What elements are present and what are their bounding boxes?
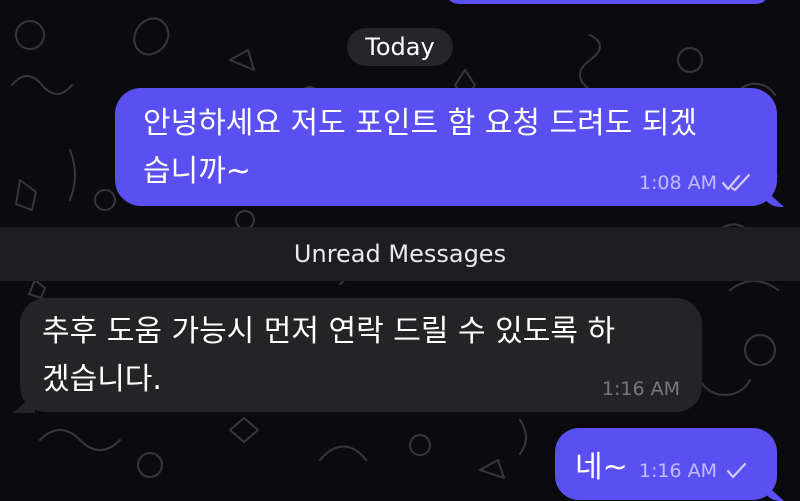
message-time: 1:16 AM [601, 378, 680, 400]
message-meta: 1:08 AM [639, 172, 755, 194]
previous-message-edge [445, 0, 770, 4]
message-bubble-outgoing[interactable]: 네~ 1:16 AM [555, 428, 784, 501]
single-check-icon [726, 462, 747, 479]
message-text: 추후 도움 가능시 먼저 연락 드릴 수 있도록 하 겠습니다. [42, 314, 616, 397]
unread-messages-separator: Unread Messages [0, 227, 800, 281]
message-bubble-outgoing[interactable]: 안녕하세요 저도 포인트 함 요청 드려도 되겠 습니까~ 1:08 AM [115, 88, 784, 207]
message-text: 네~ [575, 450, 628, 485]
message-bubble-incoming[interactable]: 추후 도움 가능시 먼저 연락 드릴 수 있도록 하 겠습니다. 1:16 AM [13, 298, 702, 413]
message-time: 1:08 AM [638, 172, 717, 194]
double-check-icon [721, 173, 751, 192]
message-meta: 1:16 AM [639, 460, 755, 482]
date-separator: Today [347, 28, 453, 66]
message-time: 1:16 AM [638, 460, 717, 482]
message-meta: 1:16 AM [602, 378, 680, 400]
